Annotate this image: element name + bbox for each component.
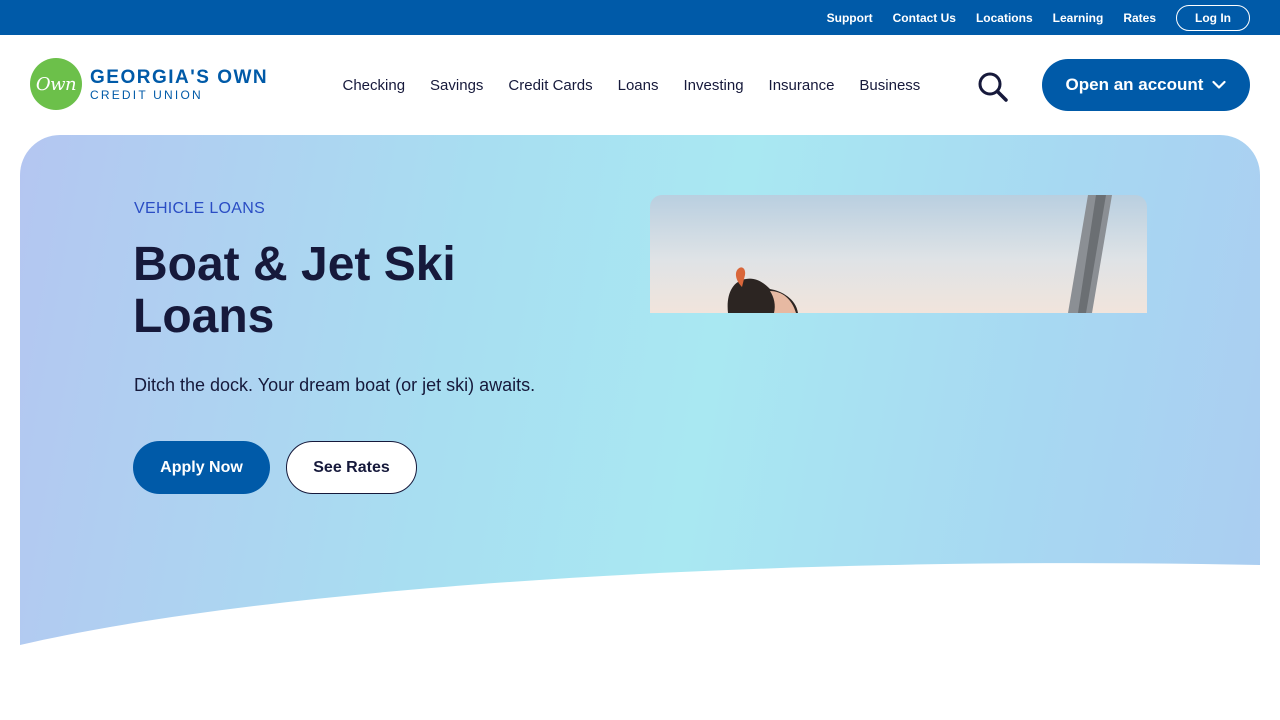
hero-photo	[650, 195, 1147, 313]
hero-eyebrow: VEHICLE LOANS	[134, 200, 266, 217]
chevron-down-icon	[1212, 80, 1227, 89]
logo-text: GEORGIA'S OWN CREDIT UNION	[90, 68, 268, 101]
nav-item-investing[interactable]: Investing	[684, 77, 744, 94]
see-rates-button[interactable]: See Rates	[286, 441, 417, 494]
apply-now-button[interactable]: Apply Now	[133, 441, 270, 494]
utility-link-rates[interactable]: Rates	[1123, 11, 1156, 25]
search-icon[interactable]	[976, 70, 1010, 104]
hero-subtitle: Ditch the dock. Your dream boat (or jet …	[134, 375, 536, 395]
nav-item-checking[interactable]: Checking	[343, 77, 406, 94]
log-in-button[interactable]: Log In	[1176, 4, 1250, 31]
open-account-button[interactable]: Open an account	[1042, 59, 1250, 111]
utility-link-contact-us[interactable]: Contact Us	[893, 11, 956, 25]
site-header: Own GEORGIA'S OWN CREDIT UNION Checking …	[0, 35, 1280, 135]
nav-item-loans[interactable]: Loans	[618, 77, 659, 94]
nav-item-business[interactable]: Business	[859, 77, 920, 94]
hero-wave	[20, 563, 1260, 655]
hero-title: Boat & Jet Ski Loans	[133, 238, 456, 343]
nav-item-savings[interactable]: Savings	[430, 77, 483, 94]
brand-logo[interactable]: Own GEORGIA'S OWN CREDIT UNION	[30, 58, 268, 110]
logo-mark: Own	[30, 58, 82, 110]
utility-links: Support Contact Us Locations Learning Ra…	[807, 0, 1250, 35]
open-account-label: Open an account	[1065, 75, 1204, 94]
main-nav: Checking Savings Credit Cards Loans Inve…	[330, 35, 933, 135]
utility-link-learning[interactable]: Learning	[1053, 11, 1104, 25]
logo-sub: CREDIT UNION	[90, 87, 203, 102]
utility-bar: Support Contact Us Locations Learning Ra…	[0, 0, 1280, 35]
logo-mark-text: Own	[35, 73, 77, 95]
utility-link-locations[interactable]: Locations	[976, 11, 1033, 25]
nav-item-credit-cards[interactable]: Credit Cards	[508, 77, 592, 94]
utility-link-support[interactable]: Support	[827, 11, 873, 25]
hero-section: VEHICLE LOANS Boat & Jet Ski Loans Ditch…	[20, 135, 1260, 655]
logo-name: GEORGIA'S OWN	[90, 66, 269, 88]
nav-item-insurance[interactable]: Insurance	[769, 77, 835, 94]
